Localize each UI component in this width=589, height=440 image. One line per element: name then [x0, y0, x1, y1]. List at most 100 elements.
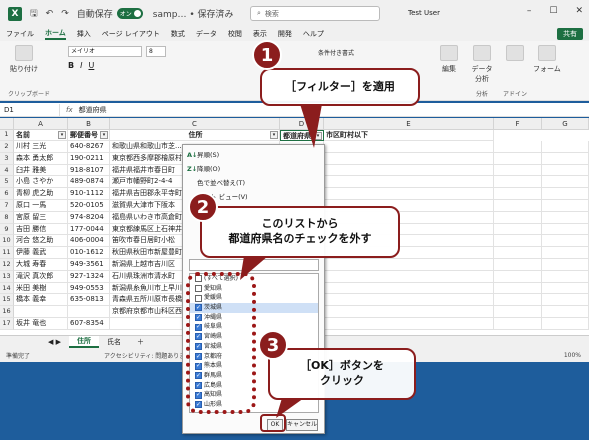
table-cell[interactable]: 青柳 虎之助 — [14, 188, 68, 200]
table-cell[interactable]: 河合 悠之助 — [14, 235, 68, 248]
italic-icon[interactable]: I — [80, 61, 82, 70]
table-cell[interactable]: 974-8204 — [68, 211, 110, 224]
header-postal[interactable]: 郵便番号 ▾ — [68, 130, 110, 141]
row-header[interactable]: 8 — [0, 211, 14, 224]
table-cell[interactable]: 640-8267 — [68, 141, 110, 153]
table-cell[interactable] — [494, 188, 542, 200]
table-cell[interactable] — [494, 270, 542, 283]
table-cell[interactable]: 949-0553 — [68, 282, 110, 295]
table-cell[interactable] — [494, 247, 542, 259]
filter-dropdown-icon[interactable]: ▾ — [100, 131, 108, 139]
table-cell[interactable] — [14, 306, 68, 318]
table-cell[interactable] — [324, 152, 494, 165]
table-cell[interactable] — [542, 318, 589, 330]
formula-input[interactable]: 都道府県 — [79, 105, 107, 115]
table-cell[interactable]: 小島 さやか — [14, 176, 68, 189]
table-cell[interactable]: 大城 寿春 — [14, 259, 68, 271]
table-cell[interactable] — [494, 294, 542, 307]
column-header-c[interactable]: C — [110, 118, 280, 130]
table-cell[interactable] — [324, 318, 494, 330]
table-cell[interactable]: 橋本 義幸 — [14, 294, 68, 307]
table-cell[interactable] — [542, 235, 589, 248]
menu-review[interactable]: 校閲 — [228, 29, 242, 39]
table-cell[interactable] — [542, 200, 589, 212]
close-icon[interactable]: ✕ — [575, 6, 583, 16]
column-header-b[interactable]: B — [68, 118, 110, 130]
table-cell[interactable] — [542, 223, 589, 236]
table-cell[interactable] — [324, 176, 494, 189]
row-header[interactable]: 14 — [0, 282, 14, 295]
column-header-a[interactable]: A — [14, 118, 68, 130]
addin-button[interactable] — [503, 45, 527, 64]
column-header-f[interactable]: F — [494, 118, 542, 130]
zoom-level[interactable]: 100% — [564, 352, 581, 359]
table-cell[interactable]: 489-0874 — [68, 176, 110, 189]
table-cell[interactable] — [324, 282, 494, 295]
tab-name[interactable]: 氏名 — [99, 337, 129, 347]
column-header-e[interactable]: E — [324, 118, 494, 130]
table-cell[interactable] — [542, 152, 589, 165]
row-header[interactable]: 3 — [0, 152, 14, 165]
analyze-data-button[interactable]: データ分析 — [470, 45, 494, 84]
name-box[interactable]: D1 — [0, 103, 60, 116]
table-cell[interactable] — [494, 176, 542, 189]
tab-address[interactable]: 住所 — [69, 336, 99, 348]
conditional-format-button[interactable]: 条件付き書式 — [318, 48, 354, 57]
table-cell[interactable] — [324, 270, 494, 283]
bold-icon[interactable]: B — [68, 61, 74, 70]
header-city[interactable]: 市区町村以下 — [324, 130, 494, 141]
row-header[interactable]: 4 — [0, 164, 14, 177]
filter-dropdown-icon[interactable]: ▾ — [270, 131, 278, 139]
table-cell[interactable] — [324, 259, 494, 271]
table-cell[interactable]: 927-1324 — [68, 270, 110, 283]
table-cell[interactable] — [542, 259, 589, 271]
menu-formulas[interactable]: 数式 — [171, 29, 185, 39]
table-cell[interactable]: 607-8354 — [68, 318, 110, 330]
table-cell[interactable]: 520-0105 — [68, 200, 110, 212]
table-cell[interactable] — [542, 188, 589, 200]
row-header[interactable]: 1 — [0, 130, 14, 141]
table-cell[interactable] — [542, 306, 589, 318]
table-cell[interactable] — [324, 188, 494, 200]
table-cell[interactable]: 吉田 勝信 — [14, 223, 68, 236]
table-cell[interactable]: 406-0004 — [68, 235, 110, 248]
search-input[interactable]: ⌕ 検索 — [250, 6, 380, 21]
table-cell[interactable] — [542, 141, 589, 153]
row-header[interactable]: 6 — [0, 188, 14, 200]
table-cell[interactable]: 177-0044 — [68, 223, 110, 236]
user-name[interactable]: Test User — [408, 9, 440, 17]
row-header[interactable]: 5 — [0, 176, 14, 189]
table-cell[interactable] — [542, 211, 589, 224]
font-name-select[interactable]: メイリオ — [68, 46, 142, 57]
menu-home[interactable]: ホーム — [45, 28, 66, 40]
table-cell[interactable]: 635-0813 — [68, 294, 110, 307]
row-header[interactable]: 2 — [0, 141, 14, 153]
table-cell[interactable]: 森本 勇太郎 — [14, 152, 68, 165]
table-cell[interactable] — [494, 211, 542, 224]
table-cell[interactable] — [324, 306, 494, 318]
menu-view[interactable]: 表示 — [253, 29, 267, 39]
row-header[interactable]: 16 — [0, 306, 14, 318]
table-cell[interactable] — [542, 294, 589, 307]
table-cell[interactable]: 918-8107 — [68, 164, 110, 177]
paste-button[interactable]: 貼り付け — [10, 45, 38, 74]
form-button[interactable]: フォーム — [533, 45, 561, 74]
filter-dropdown-icon[interactable]: ▾ — [58, 131, 66, 139]
table-cell[interactable]: 伊藤 義武 — [14, 247, 68, 259]
table-cell[interactable]: 米田 美樹 — [14, 282, 68, 295]
undo-icon[interactable]: ↶ — [46, 9, 54, 19]
table-cell[interactable]: 949-3561 — [68, 259, 110, 271]
font-size-select[interactable]: 8 — [146, 46, 166, 57]
table-cell[interactable] — [542, 176, 589, 189]
maximize-icon[interactable]: ☐ — [549, 6, 557, 16]
save-icon[interactable]: 🖫 — [30, 6, 38, 22]
sort-descending-item[interactable]: Z↓降順(O) — [187, 163, 220, 175]
table-cell[interactable]: 坂井 竜也 — [14, 318, 68, 330]
table-cell[interactable] — [494, 164, 542, 177]
table-cell[interactable] — [324, 141, 494, 153]
table-cell[interactable]: 川村 三光 — [14, 141, 68, 153]
column-header-g[interactable]: G — [542, 118, 589, 130]
underline-icon[interactable]: U — [88, 61, 94, 70]
table-cell[interactable] — [494, 306, 542, 318]
minimize-icon[interactable]: – — [527, 6, 532, 16]
